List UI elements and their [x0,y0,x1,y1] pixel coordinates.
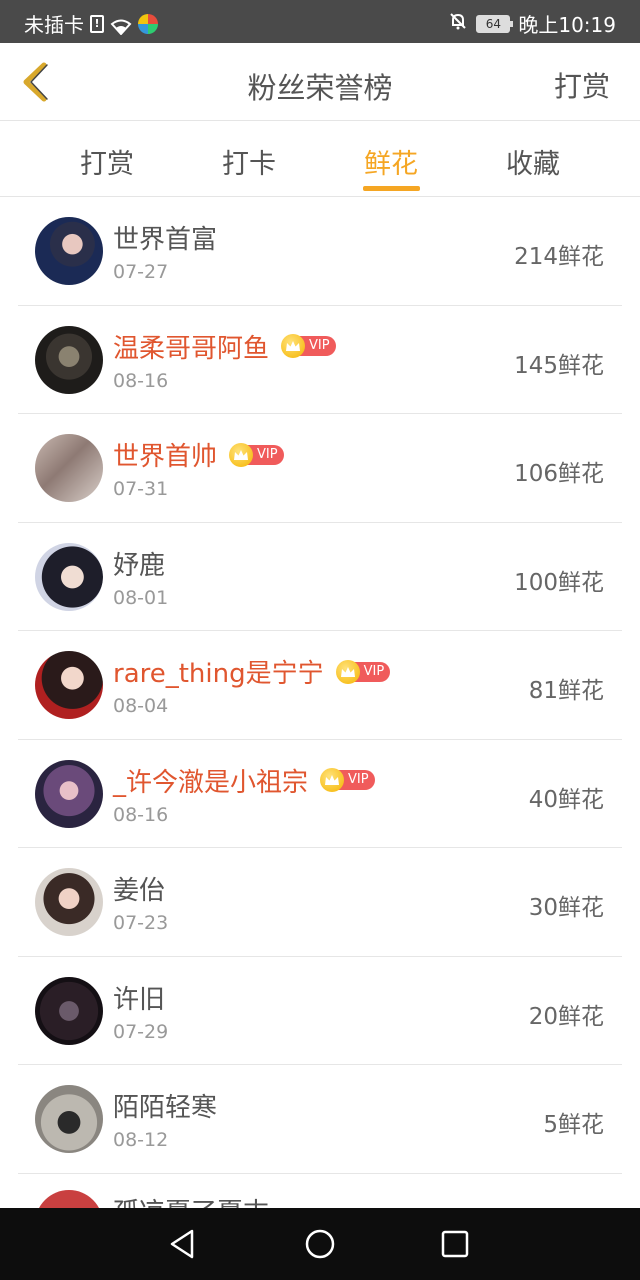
list-item[interactable]: 姜佁 07-23 30鲜花 [18,848,622,957]
crown-icon [229,442,254,467]
tab-favorites[interactable]: 收藏 [473,142,593,181]
crown-icon [281,334,306,358]
flower-count: 20鲜花 [528,1003,604,1030]
system-nav-bar [0,1208,640,1280]
item-date: 07-31 [113,478,169,500]
name-line: 世界首帅 VIP [113,436,284,473]
user-name: 许旧 [113,984,166,1015]
active-tab-indicator [363,186,420,191]
vip-badge: VIP [320,768,375,792]
nav-recents-button[interactable] [437,1226,473,1262]
triangle-back-icon [170,1229,194,1259]
back-button[interactable] [14,57,62,107]
tab-bar: 打赏 打卡 鲜花 收藏 [0,122,640,197]
tab-flowers[interactable]: 鲜花 [331,142,451,181]
user-name: _许今澈是小祖宗 [113,767,309,798]
flower-count: 100鲜花 [514,569,604,596]
tab-checkin[interactable]: 打卡 [189,142,309,181]
status-right: 64 晚上10:19 [448,9,616,38]
item-date: 08-04 [113,695,169,717]
user-name: rare_thing是宁宁 [113,659,324,689]
app-notification-icon [138,13,158,34]
user-name: 世界首帅 [113,442,218,472]
item-date: 08-12 [113,1129,169,1151]
user-name: 世界首富 [113,225,218,255]
item-date: 08-16 [113,369,169,392]
flower-count: 40鲜花 [528,786,604,813]
name-line: _许今澈是小祖宗 VIP [113,762,375,799]
battery-icon: 64 [476,14,514,33]
list-item[interactable]: 许旧 07-29 20鲜花 [18,957,622,1065]
name-line: 世界首富 [113,219,217,256]
mute-bell-icon [448,11,468,36]
avatar[interactable] [35,542,103,611]
name-line: 许旧 [113,979,165,1016]
list-item[interactable]: rare_thing是宁宁 VIP 08-04 81鲜花 [18,631,622,740]
list-item[interactable]: 陌陌轻寒 08-12 5鲜花 [18,1065,622,1174]
chevron-left-icon [23,62,48,102]
list-item[interactable]: 世界首帅 VIP 07-31 106鲜花 [18,414,622,523]
wifi-icon [110,16,132,35]
user-name: 温柔哥哥阿鱼 [113,333,270,364]
crown-icon [335,659,360,684]
sim-alert-icon: ! [90,14,104,33]
user-name: 姜佁 [113,876,166,906]
item-date: 08-16 [113,803,169,826]
flower-count: 5鲜花 [543,1112,604,1138]
name-line: 温柔哥哥阿鱼 VIP [113,328,336,365]
tab-reward[interactable]: 打赏 [47,142,167,181]
item-date: 08-01 [113,586,169,609]
flower-count: 106鲜花 [514,461,604,487]
name-line: 陌陌轻寒 [113,1087,217,1124]
clock-text: 晚上10:19 [518,13,616,37]
circle-home-icon [305,1229,335,1259]
flower-count: 81鲜花 [528,678,604,704]
name-line: 妤鹿 [113,545,165,582]
item-date: 07-29 [113,1020,169,1043]
avatar[interactable] [35,217,103,285]
list-item[interactable]: _许今澈是小祖宗 VIP 08-16 40鲜花 [18,740,622,848]
vip-badge: VIP [335,659,391,684]
avatar[interactable] [35,434,103,502]
page-title: 粉丝荣誉榜 [247,71,393,105]
reward-button[interactable]: 打赏 [554,65,610,105]
user-name: 妤鹿 [113,550,166,581]
avatar[interactable] [35,868,103,936]
square-recents-icon [441,1230,469,1258]
flower-count: 30鲜花 [528,895,604,921]
avatar[interactable] [35,976,103,1045]
item-date: 07-27 [113,261,169,283]
status-left: 未插卡 ! [24,9,158,38]
list-item[interactable]: 世界首富 07-27 214鲜花 [18,197,622,306]
user-name: 陌陌轻寒 [113,1093,218,1123]
nav-home-button[interactable] [302,1226,338,1262]
avatar[interactable] [35,325,103,394]
carrier-text: 未插卡 [24,13,84,37]
list-item[interactable]: 妤鹿 08-01 100鲜花 [18,523,622,631]
vip-badge: VIP [281,334,336,358]
ranking-list: 世界首富 07-27 214鲜花 温柔哥哥阿鱼 VIP 08-16 145鲜花 … [0,197,640,1234]
top-header: 粉丝荣誉榜 打赏 [0,43,640,121]
name-line: rare_thing是宁宁 VIP [113,653,391,690]
flower-count: 214鲜花 [514,244,604,270]
avatar[interactable] [35,651,103,719]
list-item[interactable]: 温柔哥哥阿鱼 VIP 08-16 145鲜花 [18,306,622,414]
status-bar: 未插卡 ! 64 晚上10:19 [0,0,640,43]
name-line: 姜佁 [113,870,165,907]
item-date: 07-23 [113,912,169,934]
flower-count: 145鲜花 [514,352,604,379]
nav-back-button[interactable] [164,1226,200,1262]
vip-badge: VIP [229,442,284,467]
crown-icon [320,768,345,792]
avatar[interactable] [35,1085,103,1153]
avatar[interactable] [35,759,103,828]
